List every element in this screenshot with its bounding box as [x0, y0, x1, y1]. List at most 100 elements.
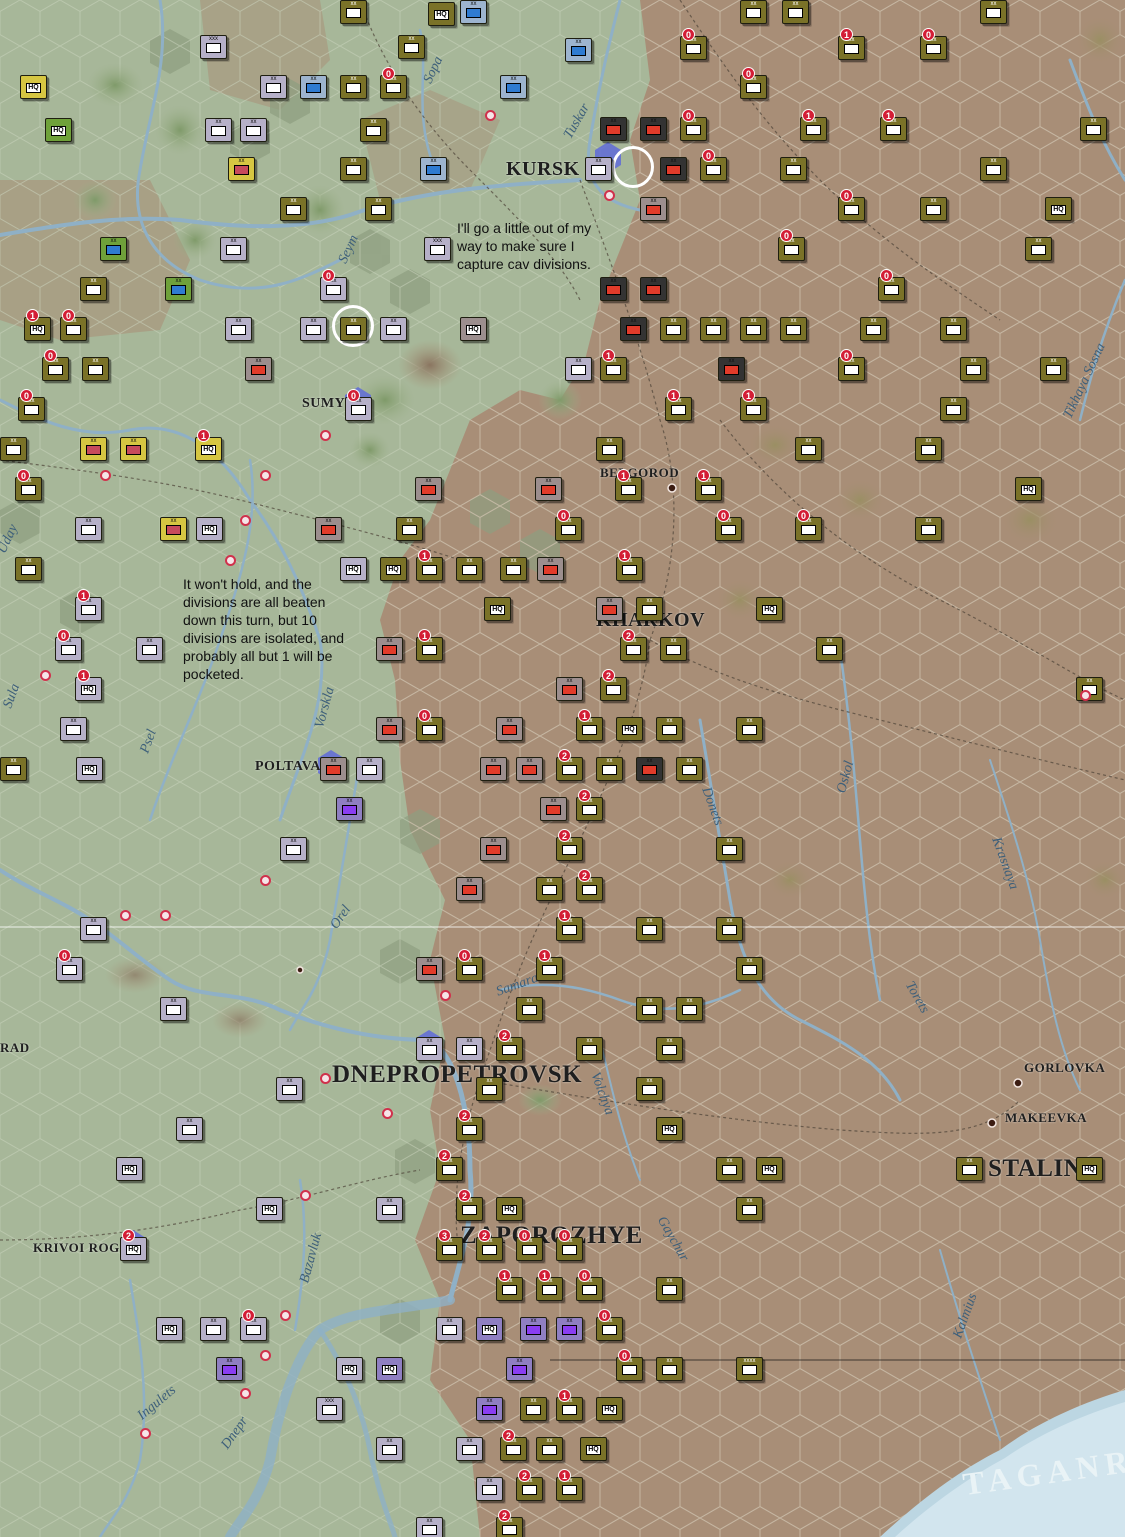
hq-counter[interactable]: HQ	[380, 557, 407, 581]
unit-counter[interactable]: xx	[656, 1277, 683, 1301]
unit-counter[interactable]: xxx	[200, 35, 227, 59]
hq-counter[interactable]: HQ	[1015, 477, 1042, 501]
unit-counter[interactable]: xx	[718, 357, 745, 381]
unit-counter[interactable]: xx	[200, 1317, 227, 1341]
hq-counter[interactable]: HQ	[45, 118, 72, 142]
unit-counter[interactable]: xx	[0, 757, 27, 781]
unit-counter[interactable]: xxxx	[736, 1357, 763, 1381]
unit-counter[interactable]: xx	[376, 1197, 403, 1221]
hq-counter[interactable]: HQ	[76, 757, 103, 781]
unit-counter[interactable]: xx	[1080, 117, 1107, 141]
unit-counter[interactable]: xx	[536, 1437, 563, 1461]
unit-counter[interactable]: xx	[496, 717, 523, 741]
unit-counter[interactable]: xx	[960, 357, 987, 381]
unit-counter[interactable]: xx	[460, 0, 487, 24]
unit-counter[interactable]: xx	[660, 157, 687, 181]
unit-counter[interactable]: xx	[396, 517, 423, 541]
unit-counter[interactable]: xx	[276, 1077, 303, 1101]
unit-counter[interactable]: xx	[736, 1197, 763, 1221]
unit-counter[interactable]: xx	[300, 75, 327, 99]
unit-counter[interactable]: xx	[636, 997, 663, 1021]
hq-counter[interactable]: HQ	[336, 1357, 363, 1381]
unit-counter[interactable]: xx	[415, 477, 442, 501]
hq-counter[interactable]: HQ	[20, 75, 47, 99]
unit-counter[interactable]: xx	[80, 277, 107, 301]
hq-counter[interactable]: HQ	[756, 597, 783, 621]
unit-counter[interactable]: xx	[416, 1037, 443, 1061]
hq-counter[interactable]: HQ	[616, 717, 643, 741]
unit-counter[interactable]: xx	[500, 557, 527, 581]
unit-counter[interactable]: xx	[82, 357, 109, 381]
unit-counter[interactable]: xx	[480, 837, 507, 861]
unit-counter[interactable]: xx	[456, 1437, 483, 1461]
unit-counter[interactable]: xx	[636, 917, 663, 941]
unit-counter[interactable]: xx	[920, 197, 947, 221]
unit-counter[interactable]: xx	[520, 1317, 547, 1341]
unit-counter[interactable]: xx	[795, 437, 822, 461]
unit-counter[interactable]: xx	[600, 117, 627, 141]
unit-counter[interactable]: xx	[660, 317, 687, 341]
hq-counter[interactable]: HQ	[428, 2, 455, 26]
unit-counter[interactable]: xx	[160, 997, 187, 1021]
unit-counter[interactable]: xx	[340, 157, 367, 181]
unit-counter[interactable]: xx	[120, 437, 147, 461]
hq-counter[interactable]: HQ	[580, 1437, 607, 1461]
hq-counter[interactable]: HQ	[476, 1317, 503, 1341]
unit-counter[interactable]: xxx	[316, 1397, 343, 1421]
unit-counter[interactable]: xx	[376, 1437, 403, 1461]
unit-counter[interactable]: xx	[780, 157, 807, 181]
unit-counter[interactable]: xx	[520, 1397, 547, 1421]
hq-counter[interactable]: HQ	[196, 517, 223, 541]
hq-counter[interactable]: HQ	[256, 1197, 283, 1221]
unit-counter[interactable]: xx	[456, 557, 483, 581]
unit-counter[interactable]: xx	[782, 0, 809, 24]
unit-counter[interactable]: xx	[676, 757, 703, 781]
unit-counter[interactable]: xx	[15, 557, 42, 581]
hq-counter[interactable]: HQ	[756, 1157, 783, 1181]
unit-counter[interactable]: xx	[716, 917, 743, 941]
unit-counter[interactable]: xx	[700, 317, 727, 341]
unit-counter[interactable]: xx	[940, 317, 967, 341]
unit-counter[interactable]: xx	[160, 517, 187, 541]
unit-counter[interactable]: xx	[636, 757, 663, 781]
unit-counter[interactable]: xx	[536, 877, 563, 901]
hq-counter[interactable]: HQ	[376, 1357, 403, 1381]
unit-counter[interactable]: xxx	[424, 237, 451, 261]
unit-counter[interactable]: xx	[640, 277, 667, 301]
unit-counter[interactable]: xx	[780, 317, 807, 341]
unit-counter[interactable]: xx	[136, 637, 163, 661]
unit-counter[interactable]: xx	[540, 797, 567, 821]
unit-counter[interactable]: xx	[360, 118, 387, 142]
unit-counter[interactable]: xx	[915, 437, 942, 461]
unit-counter[interactable]: xx	[656, 1357, 683, 1381]
unit-counter[interactable]: xx	[596, 597, 623, 621]
unit-counter[interactable]: xx	[245, 357, 272, 381]
unit-counter[interactable]: xx	[456, 877, 483, 901]
unit-counter[interactable]: xx	[556, 677, 583, 701]
hq-counter[interactable]: HQ	[484, 597, 511, 621]
unit-counter[interactable]: xx	[516, 757, 543, 781]
unit-counter[interactable]: xx	[640, 117, 667, 141]
unit-counter[interactable]: xx	[640, 197, 667, 221]
unit-counter[interactable]: xx	[596, 757, 623, 781]
unit-counter[interactable]: xx	[740, 0, 767, 24]
unit-counter[interactable]: xx	[915, 517, 942, 541]
unit-counter[interactable]: xx	[656, 1037, 683, 1061]
unit-counter[interactable]: xx	[216, 1357, 243, 1381]
unit-counter[interactable]: xx	[225, 317, 252, 341]
unit-counter[interactable]: xx	[500, 75, 527, 99]
unit-counter[interactable]: xx	[220, 237, 247, 261]
unit-counter[interactable]: xx	[100, 237, 127, 261]
unit-counter[interactable]: xx	[716, 1157, 743, 1181]
unit-counter[interactable]: xx	[816, 637, 843, 661]
unit-counter[interactable]: xx	[676, 997, 703, 1021]
unit-counter[interactable]: xx	[376, 637, 403, 661]
unit-counter[interactable]: xx	[980, 157, 1007, 181]
unit-counter[interactable]: xx	[320, 757, 347, 781]
unit-counter[interactable]: xx	[860, 317, 887, 341]
hq-counter[interactable]: HQ	[340, 557, 367, 581]
unit-counter[interactable]: xx	[300, 317, 327, 341]
unit-counter[interactable]: xx	[240, 118, 267, 142]
unit-counter[interactable]: xx	[1040, 357, 1067, 381]
unit-counter[interactable]: xx	[636, 597, 663, 621]
